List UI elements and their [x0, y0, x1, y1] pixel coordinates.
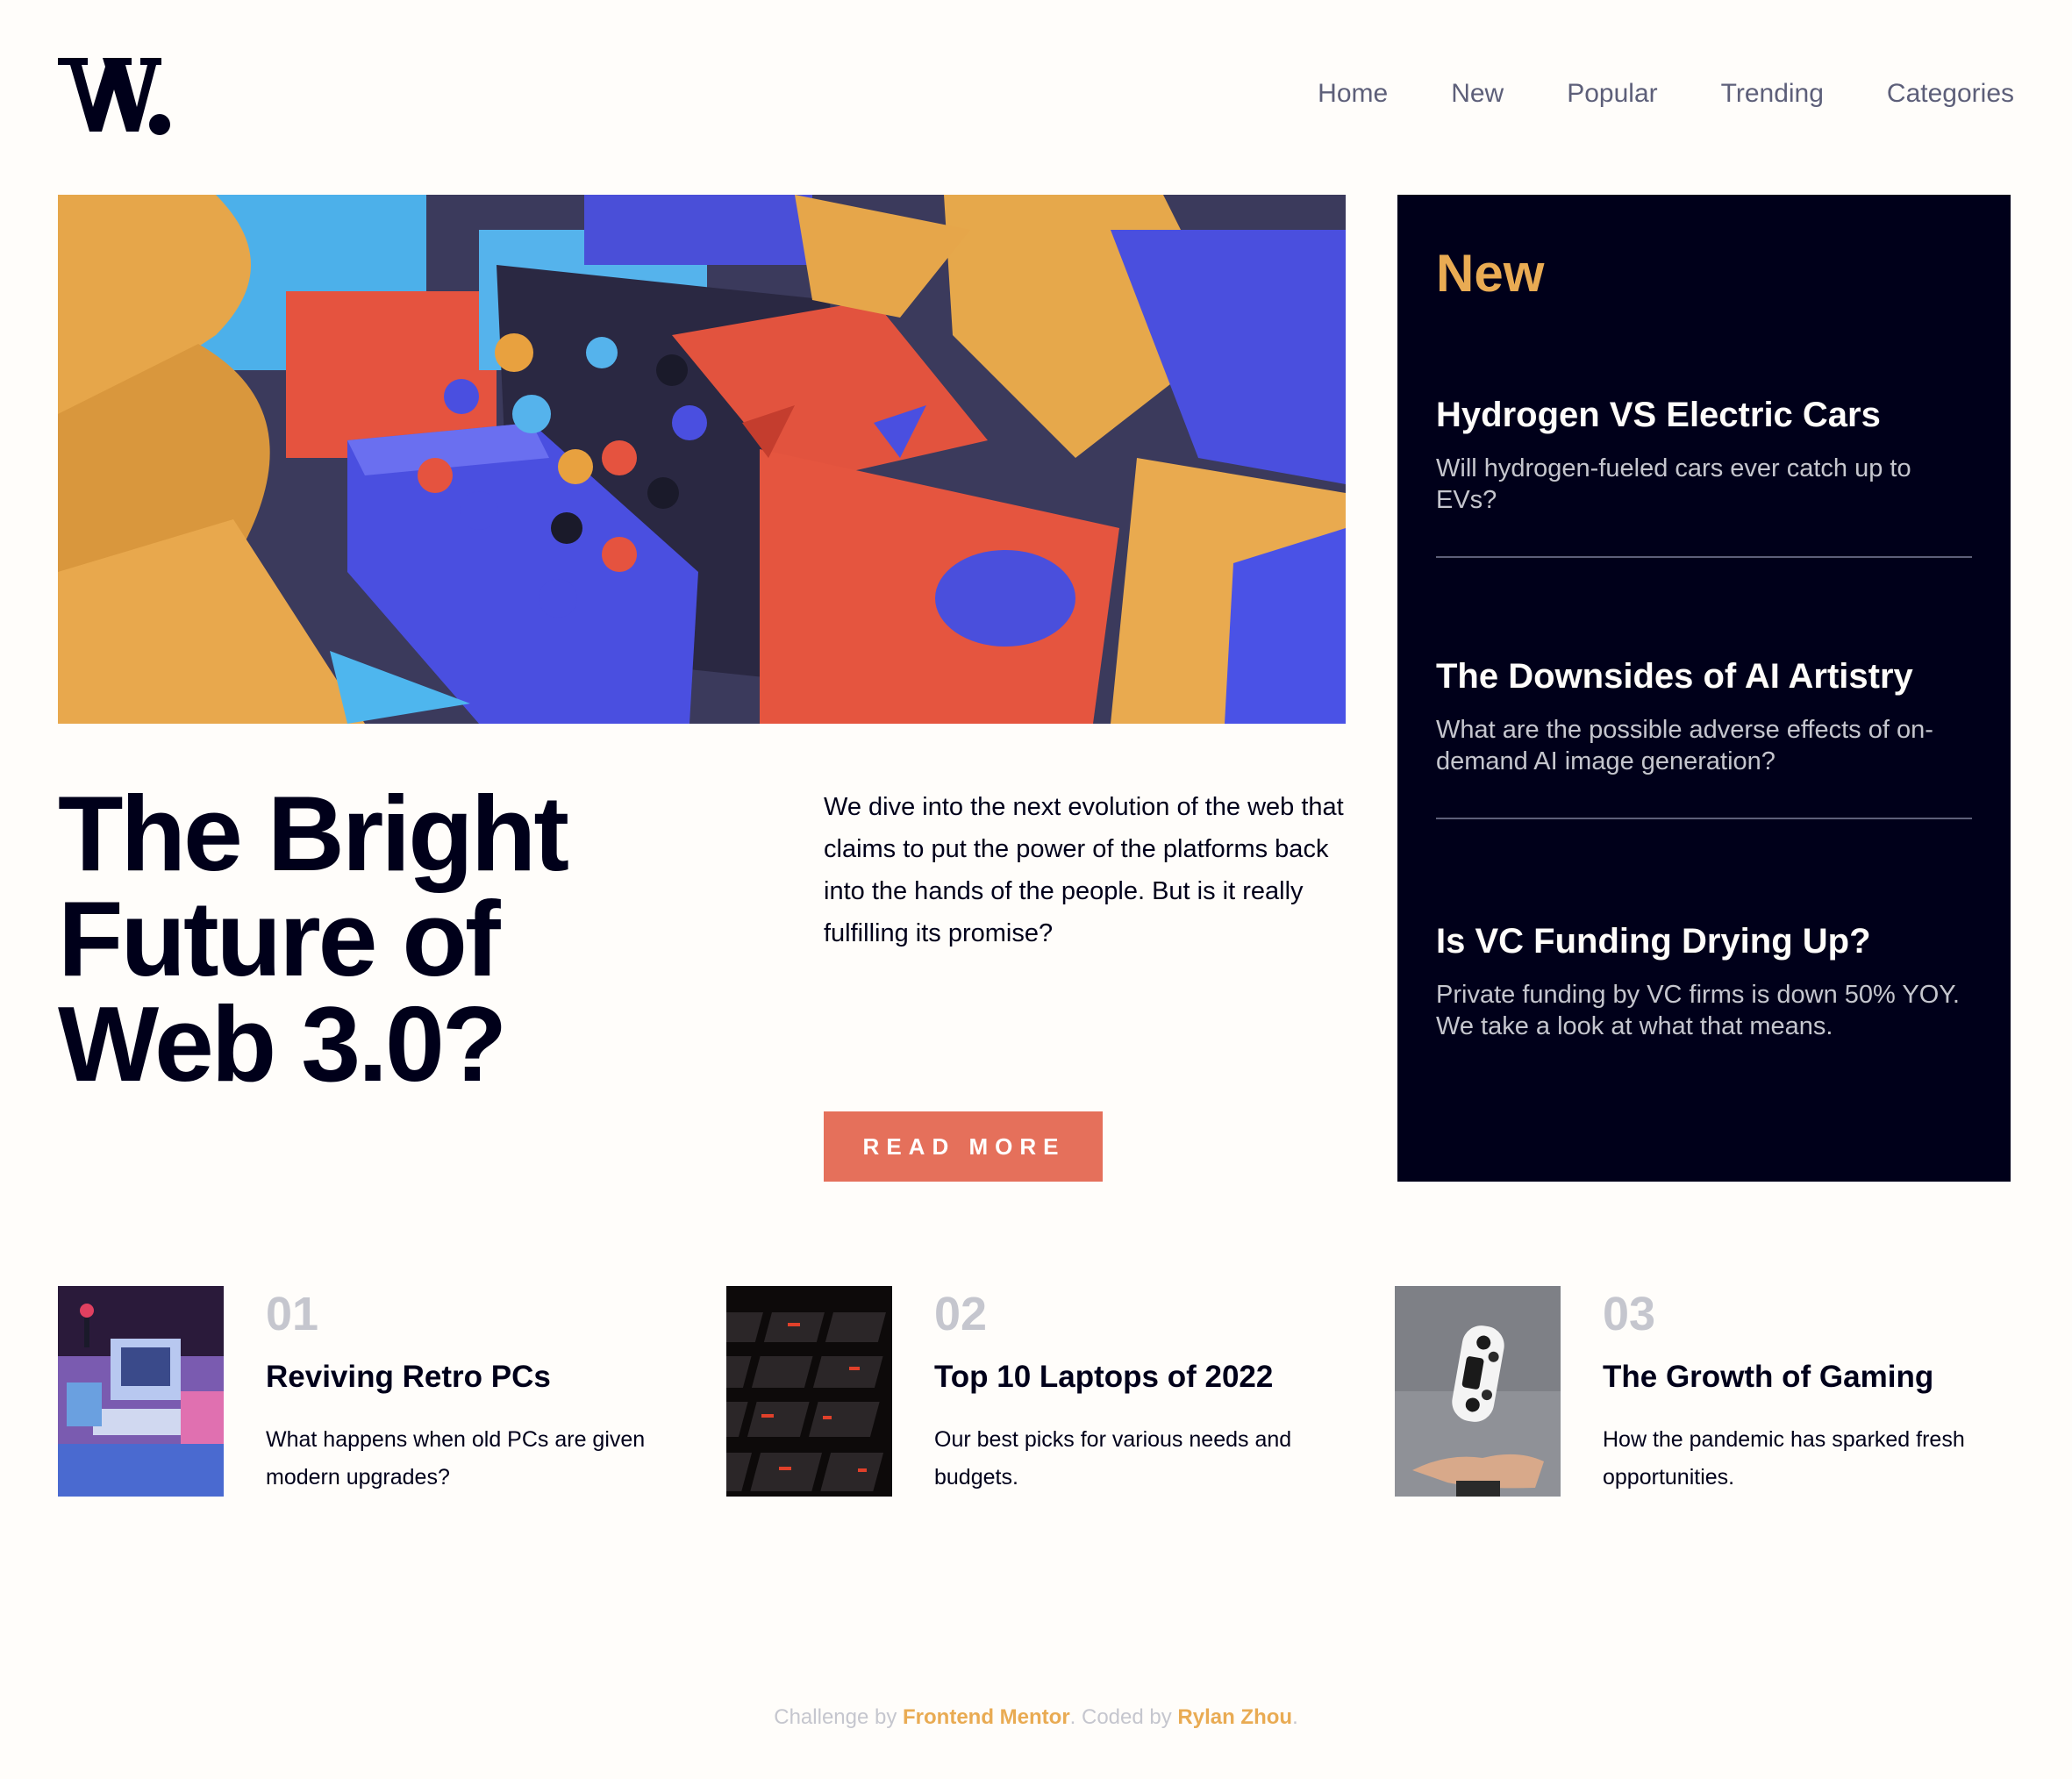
frontend-mentor-link[interactable]: Frontend Mentor	[903, 1705, 1070, 1729]
nav-trending[interactable]: Trending	[1721, 79, 1824, 109]
new-item-description: Private funding by VC firms is down 50% …	[1436, 981, 1960, 1040]
article-card[interactable]: 03 The Growth of Gaming How the pandemic…	[1395, 1286, 2009, 1497]
footer-middle: . Coded by	[1069, 1705, 1178, 1729]
hero-title: The Bright Future of Web 3.0?	[58, 774, 569, 1104]
new-item[interactable]: Hydrogen VS Electric Cars Will hydrogen-…	[1436, 393, 1972, 516]
new-item-description: Will hydrogen-fueled cars ever catch up …	[1436, 454, 1911, 514]
site-logo[interactable]	[58, 54, 172, 135]
article-card[interactable]: 02 Top 10 Laptops of 2022 Our best picks…	[726, 1286, 1340, 1497]
new-item-description: What are the possible adverse effects of…	[1436, 716, 1933, 775]
new-item[interactable]: Is VC Funding Drying Up? Private funding…	[1436, 919, 1972, 1042]
hero-image	[58, 195, 1346, 724]
nav-home[interactable]: Home	[1318, 79, 1388, 109]
article-card[interactable]: 01 Reviving Retro PCs What happens when …	[58, 1286, 672, 1497]
divider	[1436, 556, 1972, 558]
footer-attribution: Challenge by Frontend Mentor. Coded by R…	[0, 1705, 2072, 1730]
article-title[interactable]: Top 10 Laptops of 2022	[934, 1358, 1273, 1397]
new-panel: New Hydrogen VS Electric Cars Will hydro…	[1397, 195, 2011, 1182]
new-panel-heading: New	[1436, 244, 1545, 303]
gamepad-image	[1395, 1286, 1561, 1497]
author-link[interactable]: Rylan Zhou	[1177, 1705, 1292, 1729]
new-item[interactable]: The Downsides of AI Artistry What are th…	[1436, 654, 1972, 777]
main-nav: Home New Popular Trending Categories	[1318, 79, 2014, 109]
nav-popular[interactable]: Popular	[1567, 79, 1657, 109]
hero-description: We dive into the next evolution of the w…	[824, 793, 1344, 947]
logo-icon	[58, 58, 170, 135]
nav-categories[interactable]: Categories	[1887, 79, 2014, 109]
abstract-3d-blocks-image	[58, 195, 1346, 724]
article-title[interactable]: Reviving Retro PCs	[266, 1358, 551, 1397]
article-description: How the pandemic has sparked fresh oppor…	[1603, 1427, 1965, 1490]
read-more-button[interactable]: READ MORE	[824, 1111, 1103, 1182]
article-number: 03	[1603, 1288, 1656, 1340]
article-thumbnail[interactable]	[58, 1286, 224, 1497]
article-title[interactable]: The Growth of Gaming	[1603, 1358, 1933, 1397]
new-item-title[interactable]: Hydrogen VS Electric Cars	[1436, 393, 1972, 437]
article-thumbnail[interactable]	[726, 1286, 892, 1497]
article-number: 02	[934, 1288, 988, 1340]
article-number: 01	[266, 1288, 319, 1340]
new-item-title[interactable]: Is VC Funding Drying Up?	[1436, 919, 1972, 963]
article-description: Our best picks for various needs and bud…	[934, 1427, 1292, 1490]
new-item-title[interactable]: The Downsides of AI Artistry	[1436, 654, 1972, 698]
footer-suffix: .	[1292, 1705, 1298, 1729]
laptop-keyboard-image	[726, 1286, 892, 1497]
footer-prefix: Challenge by	[774, 1705, 904, 1729]
divider	[1436, 818, 1972, 819]
article-description: What happens when old PCs are given mode…	[266, 1427, 646, 1490]
article-thumbnail[interactable]	[1395, 1286, 1561, 1497]
retro-pc-image	[58, 1286, 224, 1497]
nav-new[interactable]: New	[1451, 79, 1504, 109]
